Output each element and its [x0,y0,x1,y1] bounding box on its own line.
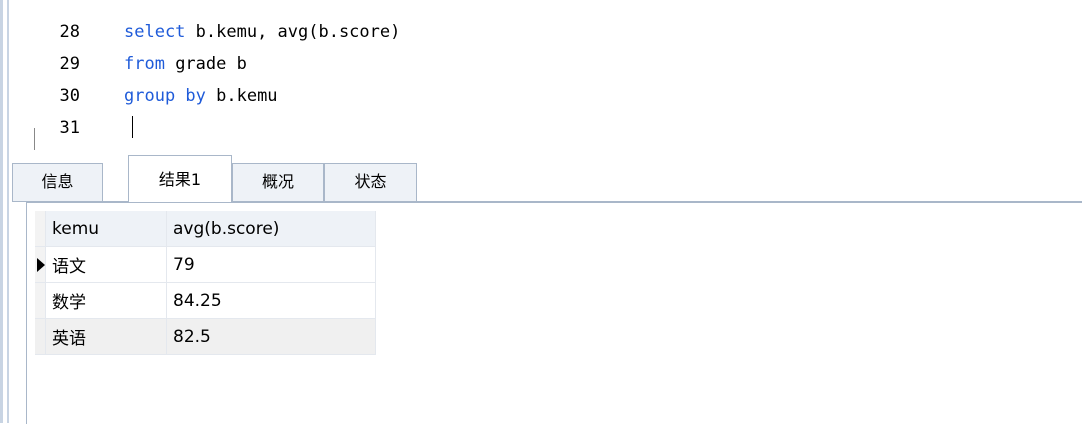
tab-info[interactable]: 信息 [12,163,103,201]
table-cell[interactable]: 英语 [45,318,167,355]
column-header-kemu[interactable]: kemu [45,211,167,247]
sql-keyword: from [124,54,165,74]
row-indicator[interactable] [35,246,46,283]
table-cell[interactable]: 79 [166,246,376,283]
code-line[interactable]: select b.kemu, avg(b.score) [124,22,400,42]
row-indicator[interactable] [35,318,46,355]
grid-header-row: kemu avg(b.score) [35,211,376,247]
table-row[interactable]: 数学 84.25 [35,282,376,319]
tab-result1[interactable]: 结果1 [128,155,232,202]
sql-keyword: group by [124,86,206,106]
gutter-separator [34,128,35,150]
row-indicator[interactable] [35,282,46,319]
sql-text: b.kemu [205,86,278,106]
table-row[interactable]: 英语 82.5 [35,318,376,355]
tab-overview[interactable]: 概况 [232,163,324,201]
left-edge-bar [0,0,3,423]
table-row[interactable]: 语文 79 [35,246,376,283]
table-cell[interactable]: 84.25 [166,282,376,319]
line-number: 28 [59,22,80,42]
table-cell[interactable]: 82.5 [166,318,376,355]
sql-text: grade b [164,54,247,74]
result-grid-area: kemu avg(b.score) 语文 79 数学 84.25 英语 82.5 [26,202,1082,424]
table-cell[interactable]: 数学 [45,282,167,319]
sql-text: b.kemu, avg(b.score) [185,22,401,42]
line-number: 31 [59,118,80,138]
code-line[interactable]: group by b.kemu [124,86,278,106]
line-number: 30 [59,86,80,106]
text-cursor [132,116,133,138]
result-grid: kemu avg(b.score) 语文 79 数学 84.25 英语 82.5 [35,211,376,355]
line-number: 29 [59,54,80,74]
row-indicator-header [35,211,46,247]
sql-keyword: select [124,22,186,42]
current-row-arrow-icon [37,257,45,272]
tab-status[interactable]: 状态 [324,163,417,201]
table-cell[interactable]: 语文 [45,246,167,283]
left-edge-bar-inner [7,0,9,423]
column-header-avg-score[interactable]: avg(b.score) [166,211,376,247]
code-line[interactable]: from grade b [124,54,247,74]
sql-editor[interactable]: 28 select b.kemu, avg(b.score) 29 from g… [12,0,1082,150]
result-tabbar: 信息 结果1 概况 状态 [12,151,1082,202]
